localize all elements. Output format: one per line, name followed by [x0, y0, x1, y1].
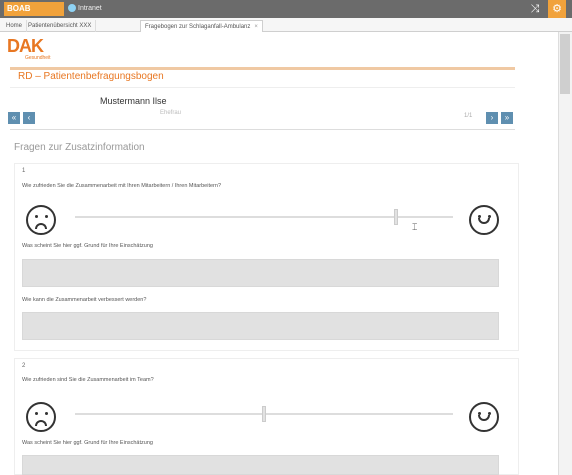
intranet-label: Intranet — [78, 5, 102, 12]
cursor-icon: ⌶ — [412, 222, 418, 232]
question-text: Wie zufrieden sind Sie die Zusammenarbei… — [22, 377, 154, 383]
eye — [35, 412, 38, 415]
eye — [45, 215, 48, 218]
page-count: 1/1 — [464, 113, 473, 119]
patient-relation: Ehefrau — [160, 110, 182, 116]
scrollbar-track[interactable] — [558, 32, 572, 475]
slider-thumb[interactable] — [394, 209, 399, 225]
question-number: 1 — [22, 168, 26, 174]
reason-textarea[interactable] — [22, 259, 499, 287]
last-page-button[interactable]: » — [501, 112, 513, 124]
improvement-textarea[interactable] — [22, 312, 499, 340]
question-text: Wie zufrieden Sie die Zusammenarbeit mit… — [22, 183, 222, 189]
sad-face-icon — [26, 402, 56, 432]
mouth — [35, 420, 47, 426]
gear-icon[interactable]: ⚙ — [548, 0, 566, 18]
tab-patient-overview[interactable]: Patientenübersicht XXX — [24, 20, 97, 32]
follow-up-label: Was scheint Sie hier ggf. Grund für Ihre… — [22, 440, 153, 446]
patient-name: Mustermann Ilse — [100, 96, 167, 106]
share-icon[interactable]: ⤨ — [528, 2, 542, 16]
slider-thumb[interactable] — [262, 406, 266, 422]
question-number: 2 — [22, 363, 26, 369]
eye — [45, 412, 48, 415]
top-bar: BOAB Intranet ⤨ ⚙ — [0, 0, 572, 18]
form-title: RD – Patientenbefragungsbogen — [18, 71, 164, 82]
scrollbar-thumb[interactable] — [560, 34, 570, 94]
section-title: Fragen zur Zusatzinformation — [14, 142, 145, 153]
next-page-button[interactable]: › — [486, 112, 498, 124]
follow-up-label: Was scheint Sie hier ggf. Grund für Ihre… — [22, 243, 153, 249]
tab-label: Fragebogen zur Schlaganfall-Ambulanz — [145, 24, 251, 30]
logo-main-text: DAK — [7, 36, 44, 56]
tab-label: Home — [6, 23, 23, 29]
follow-up-label: Wie kann die Zusammenarbeit verbessert w… — [22, 297, 147, 303]
intranet-link[interactable]: Intranet — [68, 3, 102, 15]
title-divider — [10, 87, 515, 88]
mouth — [478, 218, 490, 224]
happy-face-icon — [469, 402, 499, 432]
brand-logo[interactable]: BOAB — [4, 2, 64, 16]
mouth — [478, 415, 490, 421]
first-page-button[interactable]: « — [8, 112, 20, 124]
sad-face-icon — [26, 205, 56, 235]
reason-textarea[interactable] — [22, 455, 499, 475]
company-logo: DAK Gesundheit — [7, 37, 61, 63]
previous-page-button[interactable]: ‹ — [23, 112, 35, 124]
globe-icon — [68, 4, 76, 13]
header-divider — [10, 67, 515, 70]
nav-divider — [10, 129, 515, 130]
tab-label: Patientenübersicht XXX — [28, 23, 92, 29]
happy-face-icon — [469, 205, 499, 235]
tab-questionnaire[interactable]: Fragebogen zur Schlaganfall-Ambulanz × — [140, 20, 263, 32]
tab-bar: Home Patientenübersicht XXX Fragebogen z… — [0, 18, 572, 32]
eye — [35, 215, 38, 218]
close-tab-icon[interactable]: × — [254, 24, 258, 30]
mouth — [35, 223, 47, 229]
